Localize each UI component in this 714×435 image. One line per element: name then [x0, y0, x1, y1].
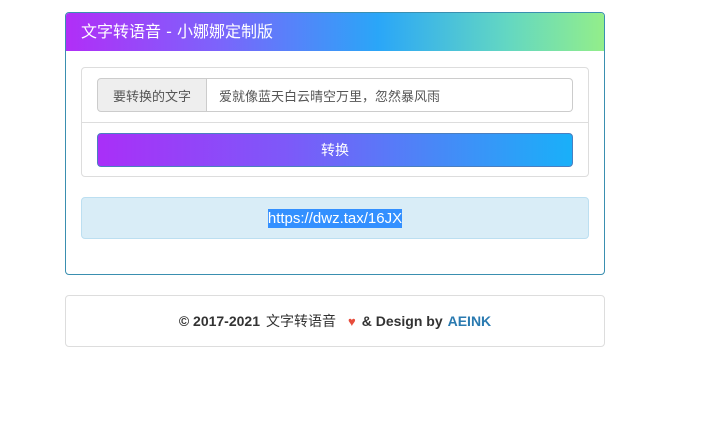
panel-title: 文字转语音 - 小娜娜定制版	[66, 13, 604, 51]
text-input-label: 要转换的文字	[97, 78, 207, 112]
text-input-group: 要转换的文字	[97, 78, 573, 112]
form-divider	[82, 122, 588, 123]
footer-brand-link[interactable]: AEINK	[448, 313, 492, 329]
footer-design-text: & Design by	[361, 313, 443, 329]
footer: © 2017-2021 文字转语音 ♥ & Design by AEINK	[65, 295, 605, 347]
heart-icon: ♥	[347, 313, 356, 329]
text-input[interactable]	[207, 78, 573, 112]
result-link[interactable]: https://dwz.tax/16JX	[267, 209, 403, 228]
result-box: https://dwz.tax/16JX	[81, 197, 589, 239]
convert-button[interactable]: 转换	[97, 133, 573, 167]
main-panel: 文字转语音 - 小娜娜定制版 要转换的文字 转换 https://dwz.tax…	[65, 12, 605, 275]
footer-app-name: 文字转语音	[265, 314, 336, 330]
convert-form: 要转换的文字 转换	[81, 67, 589, 177]
footer-copyright: © 2017-2021	[178, 313, 260, 329]
